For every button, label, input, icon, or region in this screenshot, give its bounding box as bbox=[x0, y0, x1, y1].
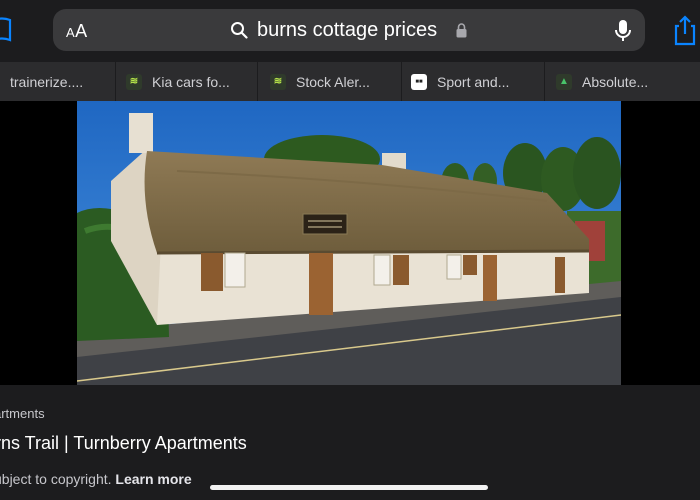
bookmarks-icon[interactable] bbox=[0, 16, 12, 42]
microphone-icon[interactable] bbox=[614, 19, 632, 43]
tab-trainerize[interactable]: trainerize.... bbox=[0, 62, 116, 101]
tab-kia[interactable]: ≋ Kia cars fo... bbox=[116, 62, 258, 101]
copyright-notice: ubject to copyright. Learn more bbox=[0, 471, 192, 487]
source-site-name[interactable]: artments bbox=[0, 406, 45, 421]
favorites-bar: trainerize.... ≋ Kia cars fo... ≋ Stock … bbox=[0, 62, 700, 101]
browser-top-bar: AA burns cottage prices bbox=[0, 0, 700, 62]
image-viewer[interactable] bbox=[0, 101, 700, 385]
share-icon[interactable] bbox=[670, 14, 700, 46]
kia-favicon-icon: ≋ bbox=[126, 73, 142, 90]
search-icon bbox=[231, 22, 248, 39]
lock-icon bbox=[456, 23, 467, 38]
image-title[interactable]: rns Trail | Turnberry Apartments bbox=[0, 433, 247, 454]
tab-label: Absolute... bbox=[582, 73, 649, 90]
address-bar[interactable]: AA burns cottage prices bbox=[53, 9, 645, 51]
tab-absolute[interactable]: ▲ Absolute... bbox=[545, 62, 700, 101]
cottage-photo[interactable] bbox=[77, 101, 621, 385]
home-indicator[interactable] bbox=[210, 485, 488, 490]
tab-sport[interactable]: ■■ Sport and... bbox=[402, 62, 545, 101]
learn-more-link[interactable]: Learn more bbox=[115, 471, 191, 487]
reader-options-button[interactable]: AA bbox=[66, 21, 88, 42]
stock-alert-favicon-icon: ≋ bbox=[270, 73, 286, 90]
search-query-text[interactable]: burns cottage prices bbox=[257, 19, 437, 42]
image-caption: artments rns Trail | Turnberry Apartment… bbox=[0, 385, 700, 500]
tab-label: trainerize.... bbox=[10, 73, 84, 90]
tree-favicon-icon: ▲ bbox=[556, 73, 572, 90]
tab-label: Sport and... bbox=[437, 73, 510, 90]
tab-label: Kia cars fo... bbox=[152, 73, 230, 90]
sport-favicon-icon: ■■ bbox=[411, 73, 427, 90]
copyright-text: ubject to copyright. bbox=[0, 471, 112, 487]
tab-label: Stock Aler... bbox=[296, 73, 370, 90]
tab-stock-alert[interactable]: ≋ Stock Aler... bbox=[258, 62, 402, 101]
